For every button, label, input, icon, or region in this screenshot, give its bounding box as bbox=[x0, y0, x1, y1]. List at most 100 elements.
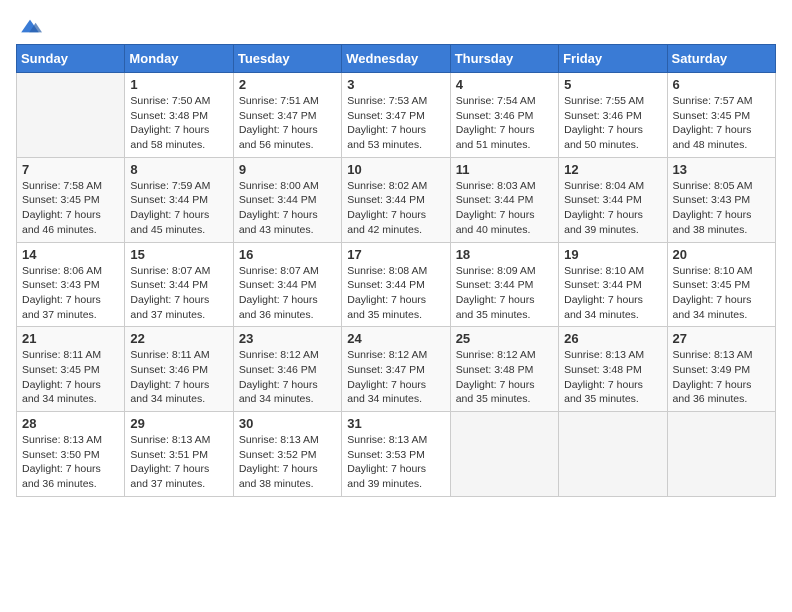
calendar-week-4: 21 Sunrise: 8:11 AMSunset: 3:45 PMDayligh… bbox=[17, 327, 776, 412]
day-header-thursday: Thursday bbox=[450, 45, 558, 73]
calendar-cell: 5Sunrise: 7:55 AMSunset: 3:46 PMDaylight… bbox=[559, 73, 667, 158]
day-info: Sunrise: 8:11 AMSunset: 3:45 PMDaylight:… bbox=[22, 348, 119, 407]
day-info: Sunrise: 8:11 AMSunset: 3:46 PMDaylight:… bbox=[130, 348, 227, 407]
page-header bbox=[16, 16, 776, 36]
calendar-cell: 16 Sunrise: 8:07 AMSunset: 3:44 PMDayligh… bbox=[233, 242, 341, 327]
day-info: Sunrise: 7:55 AMSunset: 3:46 PMDaylight:… bbox=[564, 94, 661, 153]
day-header-saturday: Saturday bbox=[667, 45, 775, 73]
day-info: Sunrise: 8:00 AMSunset: 3:44 PMDaylight:… bbox=[239, 179, 336, 238]
calendar-cell: 2Sunrise: 7:51 AMSunset: 3:47 PMDaylight… bbox=[233, 73, 341, 158]
day-number: 15 bbox=[130, 247, 227, 262]
day-info: Sunrise: 8:10 AMSunset: 3:44 PMDaylight:… bbox=[564, 264, 661, 323]
calendar-cell: 21 Sunrise: 8:11 AMSunset: 3:45 PMDayligh… bbox=[17, 327, 125, 412]
day-number: 24 bbox=[347, 331, 444, 346]
day-info: Sunrise: 8:09 AMSunset: 3:44 PMDaylight:… bbox=[456, 264, 553, 323]
day-number: 8 bbox=[130, 162, 227, 177]
day-info: Sunrise: 7:53 AMSunset: 3:47 PMDaylight:… bbox=[347, 94, 444, 153]
day-info: Sunrise: 8:07 AMSunset: 3:44 PMDaylight:… bbox=[239, 264, 336, 323]
calendar-cell bbox=[667, 412, 775, 497]
logo bbox=[16, 16, 42, 36]
day-info: Sunrise: 8:13 AMSunset: 3:52 PMDaylight:… bbox=[239, 433, 336, 492]
calendar-cell: 25 Sunrise: 8:12 AMSunset: 3:48 PMDayligh… bbox=[450, 327, 558, 412]
day-number: 3 bbox=[347, 77, 444, 92]
day-info: Sunrise: 8:10 AMSunset: 3:45 PMDaylight:… bbox=[673, 264, 770, 323]
day-info: Sunrise: 7:59 AMSunset: 3:44 PMDaylight:… bbox=[130, 179, 227, 238]
calendar-week-5: 28 Sunrise: 8:13 AMSunset: 3:50 PMDayligh… bbox=[17, 412, 776, 497]
day-number: 16 bbox=[239, 247, 336, 262]
day-header-monday: Monday bbox=[125, 45, 233, 73]
calendar-cell: 1 Sunrise: 7:50 AMSunset: 3:48 PMDaylight… bbox=[125, 73, 233, 158]
calendar-cell: 24 Sunrise: 8:12 AMSunset: 3:47 PMDayligh… bbox=[342, 327, 450, 412]
day-info: Sunrise: 8:13 AMSunset: 3:53 PMDaylight:… bbox=[347, 433, 444, 492]
calendar-cell: 7Sunrise: 7:58 AMSunset: 3:45 PMDaylight… bbox=[17, 157, 125, 242]
day-info: Sunrise: 7:54 AMSunset: 3:46 PMDaylight:… bbox=[456, 94, 553, 153]
calendar-cell: 17Sunrise: 8:08 AMSunset: 3:44 PMDayligh… bbox=[342, 242, 450, 327]
calendar-cell bbox=[450, 412, 558, 497]
day-number: 13 bbox=[673, 162, 770, 177]
day-info: Sunrise: 8:08 AMSunset: 3:44 PMDaylight:… bbox=[347, 264, 444, 323]
calendar-week-3: 14 Sunrise: 8:06 AMSunset: 3:43 PMDayligh… bbox=[17, 242, 776, 327]
calendar-cell: 18 Sunrise: 8:09 AMSunset: 3:44 PMDayligh… bbox=[450, 242, 558, 327]
day-info: Sunrise: 8:04 AMSunset: 3:44 PMDaylight:… bbox=[564, 179, 661, 238]
day-info: Sunrise: 7:51 AMSunset: 3:47 PMDaylight:… bbox=[239, 94, 336, 153]
calendar-cell: 29Sunrise: 8:13 AMSunset: 3:51 PMDayligh… bbox=[125, 412, 233, 497]
day-number: 4 bbox=[456, 77, 553, 92]
day-info: Sunrise: 7:50 AMSunset: 3:48 PMDaylight:… bbox=[130, 94, 227, 153]
day-number: 18 bbox=[456, 247, 553, 262]
calendar-cell: 13 Sunrise: 8:05 AMSunset: 3:43 PMDayligh… bbox=[667, 157, 775, 242]
day-number: 23 bbox=[239, 331, 336, 346]
calendar-cell: 14 Sunrise: 8:06 AMSunset: 3:43 PMDayligh… bbox=[17, 242, 125, 327]
day-info: Sunrise: 8:05 AMSunset: 3:43 PMDaylight:… bbox=[673, 179, 770, 238]
day-number: 21 bbox=[22, 331, 119, 346]
day-info: Sunrise: 7:57 AMSunset: 3:45 PMDaylight:… bbox=[673, 94, 770, 153]
day-info: Sunrise: 8:06 AMSunset: 3:43 PMDaylight:… bbox=[22, 264, 119, 323]
calendar-cell: 31 Sunrise: 8:13 AMSunset: 3:53 PMDayligh… bbox=[342, 412, 450, 497]
day-number: 9 bbox=[239, 162, 336, 177]
day-number: 27 bbox=[673, 331, 770, 346]
day-number: 30 bbox=[239, 416, 336, 431]
calendar-cell: 23 Sunrise: 8:12 AMSunset: 3:46 PMDayligh… bbox=[233, 327, 341, 412]
day-number: 7 bbox=[22, 162, 119, 177]
day-number: 25 bbox=[456, 331, 553, 346]
calendar-cell: 9 Sunrise: 8:00 AMSunset: 3:44 PMDaylight… bbox=[233, 157, 341, 242]
calendar-cell: 10 Sunrise: 8:02 AMSunset: 3:44 PMDayligh… bbox=[342, 157, 450, 242]
day-info: Sunrise: 8:12 AMSunset: 3:48 PMDaylight:… bbox=[456, 348, 553, 407]
day-number: 28 bbox=[22, 416, 119, 431]
day-info: Sunrise: 8:03 AMSunset: 3:44 PMDaylight:… bbox=[456, 179, 553, 238]
day-info: Sunrise: 8:12 AMSunset: 3:46 PMDaylight:… bbox=[239, 348, 336, 407]
calendar-cell: 12Sunrise: 8:04 AMSunset: 3:44 PMDayligh… bbox=[559, 157, 667, 242]
calendar-cell: 19Sunrise: 8:10 AMSunset: 3:44 PMDayligh… bbox=[559, 242, 667, 327]
calendar-cell bbox=[559, 412, 667, 497]
calendar-cell: 30 Sunrise: 8:13 AMSunset: 3:52 PMDayligh… bbox=[233, 412, 341, 497]
day-number: 10 bbox=[347, 162, 444, 177]
calendar-week-1: 1 Sunrise: 7:50 AMSunset: 3:48 PMDaylight… bbox=[17, 73, 776, 158]
calendar-cell: 4 Sunrise: 7:54 AMSunset: 3:46 PMDaylight… bbox=[450, 73, 558, 158]
day-number: 11 bbox=[456, 162, 553, 177]
calendar-cell: 26Sunrise: 8:13 AMSunset: 3:48 PMDayligh… bbox=[559, 327, 667, 412]
day-info: Sunrise: 8:13 AMSunset: 3:51 PMDaylight:… bbox=[130, 433, 227, 492]
day-number: 14 bbox=[22, 247, 119, 262]
logo-icon bbox=[18, 16, 42, 36]
day-header-tuesday: Tuesday bbox=[233, 45, 341, 73]
days-header-row: SundayMondayTuesdayWednesdayThursdayFrid… bbox=[17, 45, 776, 73]
calendar-cell: 8 Sunrise: 7:59 AMSunset: 3:44 PMDaylight… bbox=[125, 157, 233, 242]
day-number: 22 bbox=[130, 331, 227, 346]
calendar-cell: 15Sunrise: 8:07 AMSunset: 3:44 PMDayligh… bbox=[125, 242, 233, 327]
day-number: 26 bbox=[564, 331, 661, 346]
calendar-cell: 3 Sunrise: 7:53 AMSunset: 3:47 PMDaylight… bbox=[342, 73, 450, 158]
day-info: Sunrise: 8:02 AMSunset: 3:44 PMDaylight:… bbox=[347, 179, 444, 238]
day-number: 6 bbox=[673, 77, 770, 92]
calendar-cell: 6 Sunrise: 7:57 AMSunset: 3:45 PMDaylight… bbox=[667, 73, 775, 158]
calendar-cell: 22 Sunrise: 8:11 AMSunset: 3:46 PMDayligh… bbox=[125, 327, 233, 412]
day-info: Sunrise: 8:13 AMSunset: 3:49 PMDaylight:… bbox=[673, 348, 770, 407]
calendar-cell bbox=[17, 73, 125, 158]
day-info: Sunrise: 8:13 AMSunset: 3:50 PMDaylight:… bbox=[22, 433, 119, 492]
calendar-cell: 11 Sunrise: 8:03 AMSunset: 3:44 PMDayligh… bbox=[450, 157, 558, 242]
day-number: 31 bbox=[347, 416, 444, 431]
day-header-friday: Friday bbox=[559, 45, 667, 73]
calendar-cell: 28 Sunrise: 8:13 AMSunset: 3:50 PMDayligh… bbox=[17, 412, 125, 497]
day-info: Sunrise: 8:12 AMSunset: 3:47 PMDaylight:… bbox=[347, 348, 444, 407]
day-header-sunday: Sunday bbox=[17, 45, 125, 73]
calendar-cell: 27 Sunrise: 8:13 AMSunset: 3:49 PMDayligh… bbox=[667, 327, 775, 412]
day-number: 1 bbox=[130, 77, 227, 92]
